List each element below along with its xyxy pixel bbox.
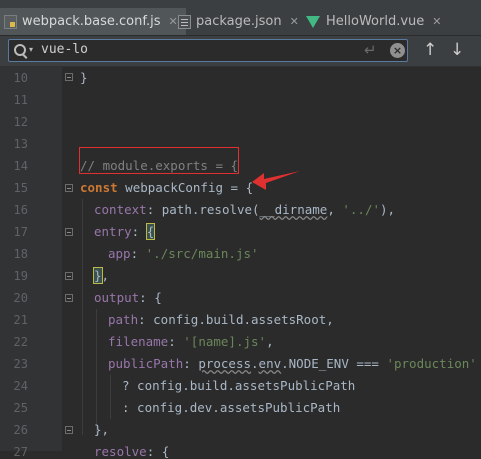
window-top-strip xyxy=(0,0,481,8)
indent-guide xyxy=(110,375,111,419)
line-number: 15 xyxy=(13,181,28,195)
close-icon[interactable]: ✕ xyxy=(290,15,299,28)
code-line: path: config.build.assetsRoot, xyxy=(108,312,334,327)
code-line: publicPath: process.env.NODE_ENV === 'pr… xyxy=(108,356,477,371)
tab-label: package.json xyxy=(196,14,282,29)
code-line: ? config.build.assetsPublicPath xyxy=(122,378,356,393)
js-file-icon xyxy=(4,14,17,29)
line-number: 12 xyxy=(13,115,28,129)
code-line: resolve: { xyxy=(94,444,170,459)
new-line-icon[interactable]: ↵ xyxy=(364,41,377,59)
indent-guide xyxy=(96,309,97,435)
code-line: const webpackConfig = { xyxy=(80,180,254,195)
vue-file-icon xyxy=(306,15,320,28)
line-number: 17 xyxy=(13,225,28,239)
fold-marker[interactable] xyxy=(65,426,73,434)
next-occurrence-icon[interactable]: ↓ xyxy=(450,40,464,60)
line-number: 27 xyxy=(13,445,28,459)
line-number: 16 xyxy=(13,203,28,217)
line-number: 22 xyxy=(13,335,28,349)
fold-marker[interactable] xyxy=(65,184,73,192)
annotation-arrow-icon xyxy=(252,171,300,190)
line-number: 26 xyxy=(13,423,28,437)
line-number: 20 xyxy=(13,291,28,305)
tab-helloworld-vue[interactable]: HelloWorld.vue ✕ xyxy=(306,8,442,35)
line-number: 25 xyxy=(13,401,28,415)
search-query[interactable]: vue-lo xyxy=(41,42,88,57)
find-bar: ▾ vue-lo ↵ × ↑ ↓ xyxy=(0,36,481,67)
editor-tab-bar: webpack.base.conf.js ✕ package.json ✕ He… xyxy=(0,8,481,36)
line-number: 21 xyxy=(13,313,28,327)
code-line: output: { xyxy=(94,290,162,305)
chevron-down-icon[interactable]: ▾ xyxy=(29,45,33,54)
code-line: }, xyxy=(93,267,110,284)
code-line: app: './src/main.js' xyxy=(108,246,259,261)
line-number: 11 xyxy=(13,93,28,107)
search-icon[interactable] xyxy=(14,44,26,56)
fold-marker[interactable] xyxy=(65,294,73,302)
indent-guide xyxy=(82,199,83,435)
code-line: context: path.resolve(__dirname, '../'), xyxy=(94,202,396,217)
line-number: 19 xyxy=(13,269,28,283)
tab-label: HelloWorld.vue xyxy=(326,14,425,29)
fold-marker[interactable] xyxy=(65,272,73,280)
line-number: 23 xyxy=(13,357,28,371)
tab-label: webpack.base.conf.js xyxy=(22,14,161,29)
json-file-icon xyxy=(178,14,191,29)
code-editor[interactable]: 10 11 12 13 14 15 16 17 18 19 20 21 22 2… xyxy=(0,67,481,459)
fold-marker[interactable] xyxy=(65,228,73,236)
code-line: entry: { xyxy=(94,223,156,240)
fold-column xyxy=(62,67,76,451)
clear-icon[interactable]: × xyxy=(390,43,405,58)
previous-occurrence-icon[interactable]: ↑ xyxy=(423,40,437,60)
line-number: 18 xyxy=(13,247,28,261)
line-number: 10 xyxy=(13,71,28,85)
close-icon[interactable]: ✕ xyxy=(432,15,441,28)
line-number: 24 xyxy=(13,379,28,393)
line-number: 14 xyxy=(13,159,28,173)
code-line: filename: '[name].js', xyxy=(108,334,274,349)
code-line: }, xyxy=(94,422,110,437)
tab-webpack-base-conf[interactable]: webpack.base.conf.js ✕ xyxy=(0,8,186,35)
search-input[interactable]: ▾ vue-lo ↵ × xyxy=(8,39,408,62)
line-number: 13 xyxy=(13,137,28,151)
code-line: } xyxy=(80,70,88,85)
annotation-highlight-box xyxy=(79,147,239,174)
code-line: : config.dev.assetsPublicPath xyxy=(122,400,341,415)
close-icon[interactable]: ✕ xyxy=(169,15,178,28)
fold-marker[interactable] xyxy=(65,73,73,81)
tab-package-json[interactable]: package.json ✕ xyxy=(178,8,299,35)
